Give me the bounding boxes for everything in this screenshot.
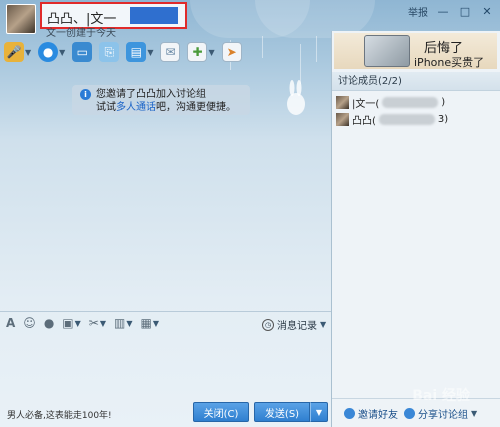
right-panel: 后悔了 iPhone买贵了 讨论成员(2/2) |文一( ) 凸凸( 3) 邀请…: [331, 31, 500, 427]
voice-call-button[interactable]: 🎤 ▼: [4, 42, 31, 62]
chevron-down-icon[interactable]: ▼: [153, 319, 159, 328]
chevron-down-icon[interactable]: ▼: [25, 48, 31, 57]
avatar: [336, 113, 349, 126]
notice-prefix: 试试: [96, 102, 116, 113]
phone-image: [364, 35, 410, 67]
screen-share-button[interactable]: ▭: [72, 42, 93, 62]
rain-drop: [262, 36, 263, 58]
file-transfer-icon: ⎘: [99, 42, 120, 62]
message-input[interactable]: [0, 336, 331, 398]
input-toolbar: A ☺ ● ▣ ▼ ✂ ▼ ▥ ▼ ▦ ▼: [6, 316, 159, 330]
chat-toolbar: 🎤 ▼ ● ▼ ▭ ⎘ ▤ ▼ ✉ ✚ ▼ ➤: [4, 42, 242, 62]
report-link[interactable]: 举报: [408, 4, 428, 19]
screen-share-icon: ▭: [72, 42, 93, 62]
screenshot-icon[interactable]: ✂ ▼: [89, 316, 106, 330]
exit-icon: ➤: [221, 42, 242, 62]
group-subtitle: 文一创建于今天: [46, 28, 116, 39]
avatar: [336, 96, 349, 109]
close-icon[interactable]: ✕: [480, 5, 494, 19]
chevron-down-icon[interactable]: ▼: [320, 320, 326, 329]
member-name: 凸凸(: [352, 116, 376, 127]
multi-call-link[interactable]: 多人通话: [116, 102, 156, 113]
share-group-button[interactable]: 分享讨论组 ▼: [404, 406, 477, 421]
history-label: 消息记录: [277, 321, 317, 332]
redacted-id: [382, 97, 439, 108]
notice-line-1: 您邀请了凸凸加入讨论组: [96, 89, 206, 100]
rain-drop: [316, 36, 317, 62]
divider: [0, 311, 331, 312]
app-button[interactable]: ✚ ▼: [187, 42, 215, 62]
member-item[interactable]: 凸凸( 3): [336, 112, 448, 127]
app-icon: ✚: [187, 42, 208, 62]
chevron-down-icon[interactable]: ▼: [126, 319, 132, 328]
system-notice: i 您邀请了凸凸加入讨论组 试试多人通话吧，沟通更便捷。: [72, 85, 250, 115]
chevron-down-icon[interactable]: ▼: [100, 319, 106, 328]
window-controls: 举报 — □ ✕: [408, 4, 494, 19]
ad-motto-link[interactable]: 男人必备,这表能走100年!: [7, 408, 112, 421]
font-icon[interactable]: A: [6, 316, 15, 330]
mail-icon: ✉: [160, 42, 181, 62]
member-item[interactable]: |文一( ): [336, 95, 445, 110]
send-button[interactable]: 发送(S): [254, 402, 310, 422]
image-icon[interactable]: ▣ ▼: [62, 316, 81, 330]
share-label: 分享讨论组: [418, 409, 468, 421]
invite-label: 邀请好友: [358, 409, 398, 421]
exit-group-button[interactable]: ➤: [221, 42, 242, 62]
ad-line-2: iPhone买贵了: [414, 56, 485, 69]
mail-button[interactable]: ✉: [160, 42, 181, 62]
send-options-button[interactable]: ▼: [310, 402, 328, 422]
microphone-icon: 🎤: [4, 42, 24, 62]
file-transfer-button[interactable]: ⎘: [99, 42, 120, 62]
clock-icon: ◷: [262, 318, 274, 331]
member-suffix: ): [441, 97, 446, 108]
redacted-id: [378, 114, 435, 125]
notice-line-2: 试试多人通话吧，沟通更便捷。: [96, 101, 244, 114]
video-call-button[interactable]: ● ▼: [38, 42, 65, 62]
ad-banner[interactable]: 后悔了 iPhone买贵了: [334, 33, 497, 69]
minimize-icon[interactable]: —: [436, 5, 450, 19]
video-icon: ●: [38, 42, 59, 62]
chevron-down-icon[interactable]: ▼: [208, 48, 214, 57]
folder-icon: ▤: [126, 42, 147, 62]
member-suffix: 3): [437, 114, 449, 125]
add-user-icon: [344, 407, 355, 419]
voice-message-icon[interactable]: ●: [44, 316, 54, 330]
emoji-icon[interactable]: ☺: [23, 316, 36, 330]
send-file-button[interactable]: ▤ ▼: [126, 42, 153, 62]
gift-icon[interactable]: ▦ ▼: [141, 316, 160, 330]
rain-drop: [300, 44, 301, 84]
info-icon: i: [80, 89, 91, 100]
watermark: Bai 经验: [412, 388, 470, 404]
text-selection: [130, 7, 178, 24]
chat-window: 凸凸、|文一 文一创建于今天 举报 — □ ✕ 🎤 ▼ ● ▼ ▭ ⎘ ▤ ▼ …: [0, 0, 500, 427]
chevron-down-icon[interactable]: ▼: [59, 48, 65, 57]
rabbit-decoration: [287, 80, 305, 115]
member-name: |文一(: [352, 99, 380, 110]
chevron-down-icon: ▼: [315, 407, 323, 417]
share-icon: [404, 407, 415, 419]
notice-suffix: 吧，沟通更便捷。: [156, 102, 236, 113]
invite-friends-button[interactable]: 邀请好友: [344, 406, 398, 421]
close-button[interactable]: 关闭(C): [193, 402, 249, 422]
members-header: 讨论成员(2/2): [332, 72, 500, 91]
group-avatar[interactable]: [6, 4, 36, 34]
maximize-icon[interactable]: □: [458, 5, 472, 19]
chevron-down-icon[interactable]: ▼: [75, 319, 81, 328]
chevron-down-icon[interactable]: ▼: [147, 48, 153, 57]
chart-icon[interactable]: ▥ ▼: [114, 316, 133, 330]
chevron-down-icon[interactable]: ▼: [471, 409, 477, 418]
message-history-button[interactable]: ◷ 消息记录 ▼: [262, 317, 326, 332]
